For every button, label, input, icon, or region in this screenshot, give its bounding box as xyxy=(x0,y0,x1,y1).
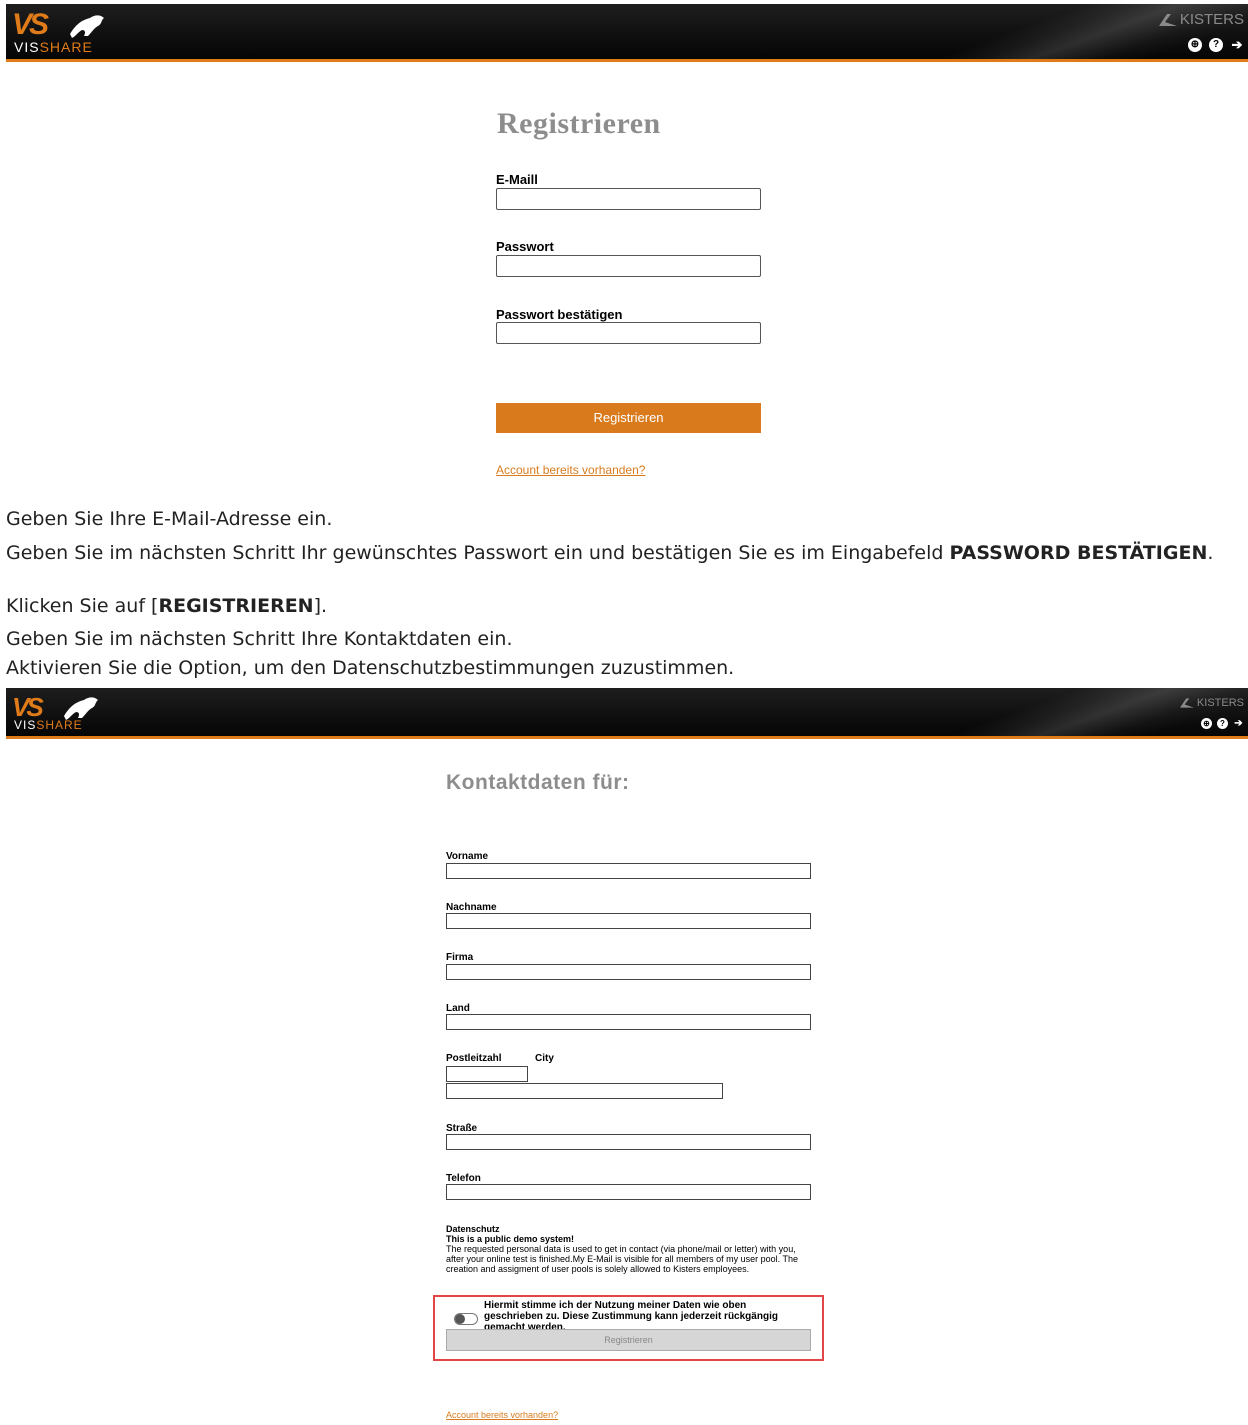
instruction-step-4: Geben Sie im nächsten Schritt Ihre Konta… xyxy=(6,628,513,650)
login-link[interactable]: Account bereits vorhanden? xyxy=(496,462,645,478)
instruction-step-2: Geben Sie im nächsten Schritt Ihr gewüns… xyxy=(6,542,1214,564)
lastname-field[interactable] xyxy=(446,913,811,929)
header-icons: ⊕ ? ➔ xyxy=(1201,718,1244,729)
kisters-mark-icon xyxy=(1179,698,1194,708)
help-icon[interactable]: ? xyxy=(1209,38,1223,52)
email-field[interactable] xyxy=(496,188,761,210)
password-label: Passwort xyxy=(496,239,554,254)
header-bar-2: VS VISSHARE KISTERS ⊕ ? ➔ xyxy=(6,688,1248,739)
logo-wordmark: VISSHARE xyxy=(14,39,93,55)
globe-icon[interactable]: ⊕ xyxy=(1201,718,1212,729)
lion-icon xyxy=(70,15,104,39)
email-label: E-Maill xyxy=(496,172,538,187)
password-field[interactable] xyxy=(496,255,761,277)
password-confirm-label: Passwort bestätigen xyxy=(496,307,623,322)
logo-wordmark: VISSHARE xyxy=(14,718,83,732)
login-icon[interactable]: ➔ xyxy=(1233,718,1244,729)
kisters-mark-icon xyxy=(1158,14,1177,26)
street-field[interactable] xyxy=(446,1134,811,1150)
privacy-heading: Datenschutz xyxy=(446,1224,500,1234)
kisters-logo: KISTERS xyxy=(1179,696,1244,711)
password-confirm-field[interactable] xyxy=(496,322,761,344)
firstname-field[interactable] xyxy=(446,863,811,879)
help-icon[interactable]: ? xyxy=(1217,718,1228,729)
company-field[interactable] xyxy=(446,964,811,980)
firstname-label: Vorname xyxy=(446,851,489,862)
phone-field[interactable] xyxy=(446,1184,811,1200)
visshare-logo[interactable]: VS VISSHARE xyxy=(12,10,142,54)
zip-field[interactable] xyxy=(446,1066,528,1082)
login-icon[interactable]: ➔ xyxy=(1230,38,1244,52)
page-title: Registrieren xyxy=(497,107,661,140)
instruction-step-3: Klicken Sie auf [REGISTRIEREN]. xyxy=(6,595,328,617)
company-label: Firma xyxy=(446,952,474,963)
visshare-logo-2[interactable]: VS VISSHARE xyxy=(12,692,142,736)
kisters-logo: KISTERS xyxy=(1158,12,1244,27)
contact-login-link[interactable]: Account bereits vorhanden? xyxy=(446,1409,558,1421)
contact-title: Kontaktdaten für: xyxy=(446,771,630,794)
instruction-step-5: Aktivieren Sie die Option, um den Datens… xyxy=(6,657,735,679)
country-field[interactable] xyxy=(446,1014,811,1030)
city-label: City xyxy=(535,1053,554,1064)
register-button[interactable]: Registrieren xyxy=(496,403,761,433)
privacy-notice: Datenschutz This is a public demo system… xyxy=(446,1224,816,1274)
logo-mark: VS xyxy=(12,8,49,41)
privacy-text: The requested personal data is used to g… xyxy=(446,1244,798,1274)
privacy-subheading: This is a public demo system! xyxy=(446,1234,575,1244)
instruction-step-1: Geben Sie Ihre E-Mail-Adresse ein. xyxy=(6,508,333,530)
header-icons: ⊕ ? ➔ xyxy=(1188,38,1244,52)
header-bar: VS VISSHARE KISTERS ⊕ ? ➔ xyxy=(6,4,1248,62)
consent-toggle[interactable] xyxy=(454,1313,478,1325)
globe-icon[interactable]: ⊕ xyxy=(1188,38,1202,52)
toggle-knob xyxy=(455,1314,465,1324)
city-field[interactable] xyxy=(446,1083,723,1099)
contact-register-button[interactable]: Registrieren xyxy=(446,1329,811,1351)
zip-label: Postleitzahl xyxy=(446,1053,502,1064)
